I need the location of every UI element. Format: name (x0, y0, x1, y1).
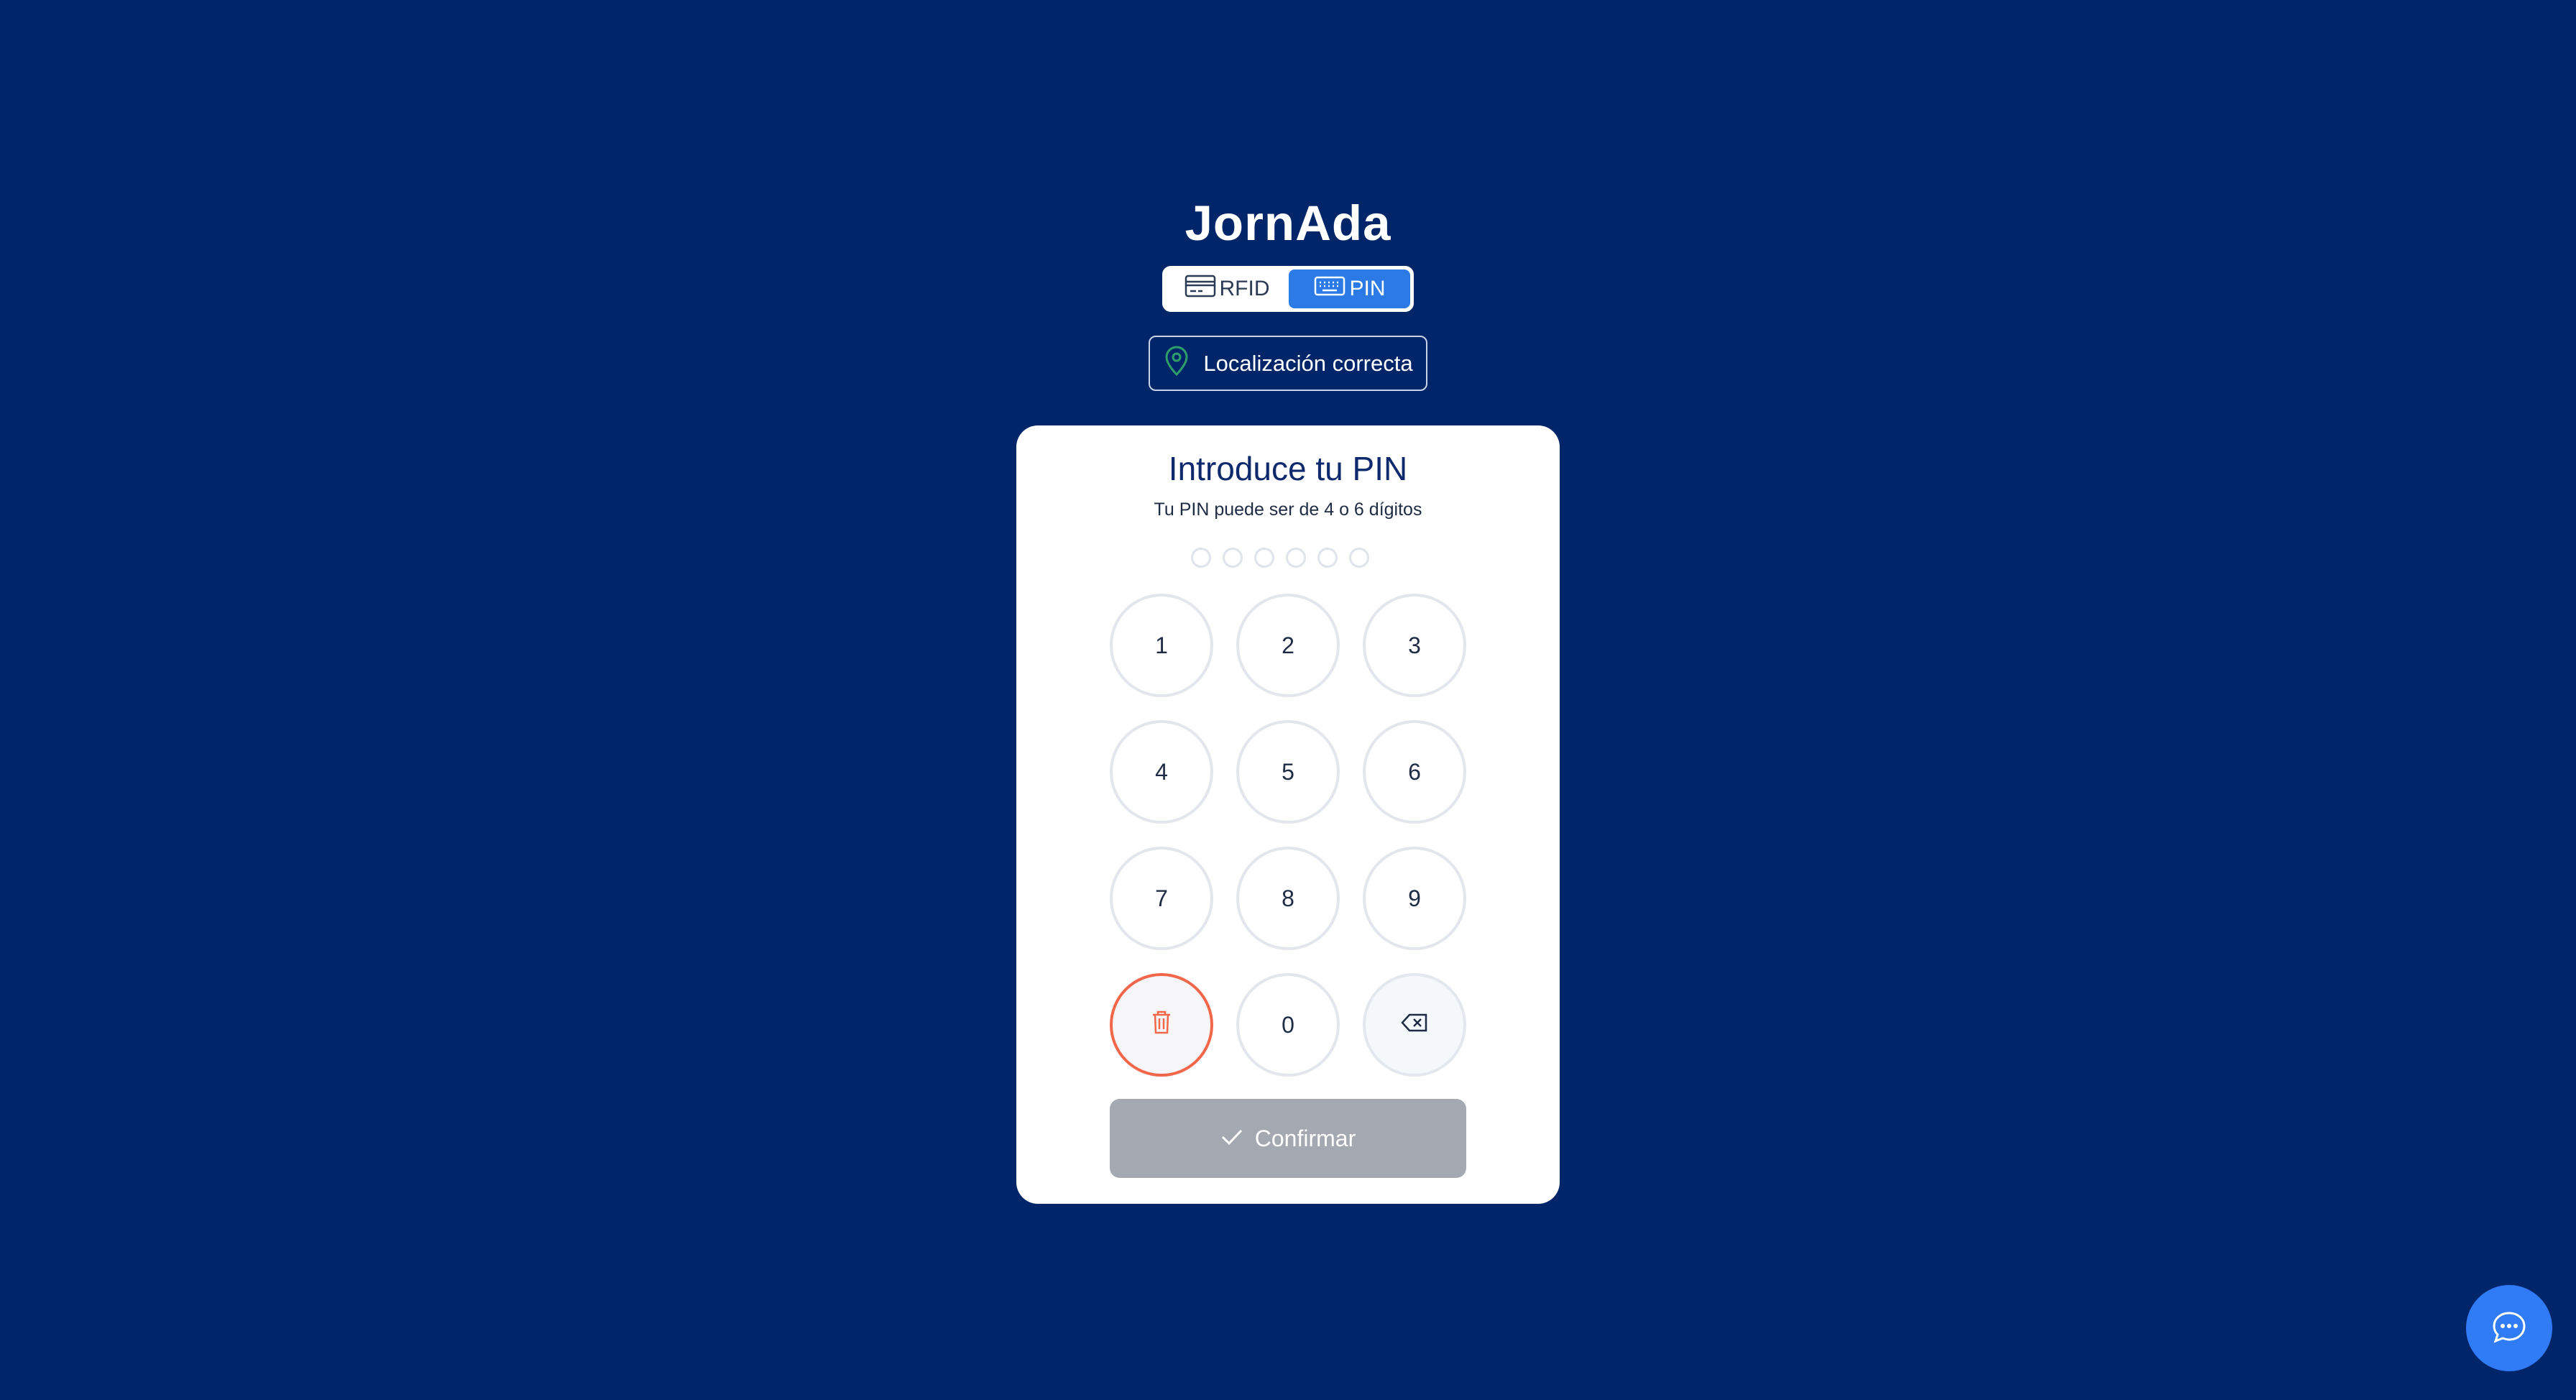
key-8-button[interactable]: 8 (1236, 847, 1340, 950)
confirm-label: Confirmar (1254, 1125, 1356, 1151)
map-pin-icon (1163, 345, 1190, 382)
key-0-button[interactable]: 0 (1236, 973, 1340, 1077)
app-brand-title: JornAda (1184, 195, 1392, 251)
pin-card-subtitle: Tu PIN puede ser de 4 o 6 dígitos (1154, 499, 1422, 520)
check-icon (1220, 1125, 1243, 1152)
key-5-button[interactable]: 5 (1236, 720, 1340, 824)
confirm-button[interactable]: Confirmar (1110, 1099, 1466, 1178)
key-9-button[interactable]: 9 (1363, 847, 1466, 950)
pin-dot (1191, 548, 1211, 568)
auth-mode-toggle: RFID PIN (1162, 266, 1414, 312)
pin-dot (1349, 548, 1369, 568)
chat-support-button[interactable] (2466, 1285, 2552, 1371)
trash-icon (1150, 1009, 1173, 1041)
key-2-button[interactable]: 2 (1236, 594, 1340, 697)
backspace-icon (1400, 1012, 1429, 1039)
chat-bubble-icon (2491, 1310, 2527, 1347)
mode-rfid-label: RFID (1219, 277, 1270, 300)
backspace-button[interactable] (1363, 973, 1466, 1077)
key-6-button[interactable]: 6 (1363, 720, 1466, 824)
pin-entry-card: Introduce tu PIN Tu PIN puede ser de 4 o… (1016, 425, 1560, 1204)
pin-keypad: 1 2 3 4 5 6 7 8 9 0 (1110, 594, 1468, 1077)
location-status-badge: Localización correcta (1149, 336, 1427, 391)
location-status-label: Localización correcta (1203, 350, 1413, 376)
pin-dot (1254, 548, 1274, 568)
pin-dot (1223, 548, 1243, 568)
key-4-button[interactable]: 4 (1110, 720, 1213, 824)
keyboard-icon (1313, 274, 1346, 304)
pin-indicator-dots (1191, 548, 1385, 572)
mode-pin-label: PIN (1349, 277, 1386, 300)
pin-dot (1286, 548, 1306, 568)
key-1-button[interactable]: 1 (1110, 594, 1213, 697)
mode-rfid-button[interactable]: RFID (1166, 270, 1287, 308)
pin-card-title: Introduce tu PIN (1168, 450, 1408, 487)
card-icon (1184, 274, 1217, 304)
mode-pin-button[interactable]: PIN (1289, 270, 1410, 308)
key-3-button[interactable]: 3 (1363, 594, 1466, 697)
pin-dot (1317, 548, 1338, 568)
clear-pin-button[interactable] (1110, 973, 1213, 1077)
key-7-button[interactable]: 7 (1110, 847, 1213, 950)
